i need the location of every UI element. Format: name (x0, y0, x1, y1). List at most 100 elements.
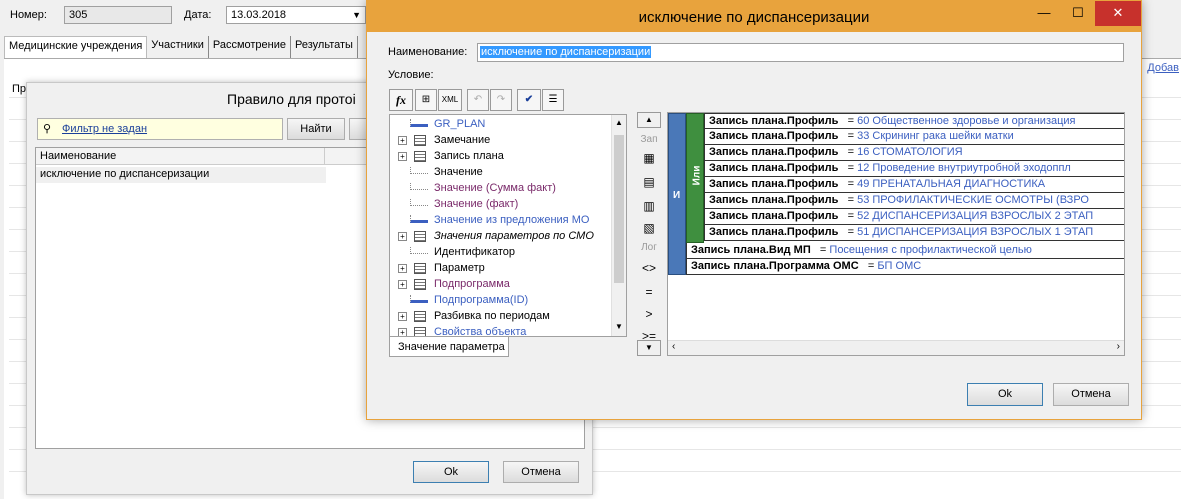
tree-item-label: Замечание (434, 134, 491, 146)
tree-item-label: Параметр (434, 262, 485, 274)
date-value: 13.03.2018 (231, 9, 287, 21)
redo-icon[interactable]: ↷ (490, 89, 512, 111)
tree-item-label: GR_PLAN (434, 118, 486, 130)
condition-value: 33 Скрининг рака шейки матки (857, 130, 1014, 142)
minimize-icon[interactable]: — (1027, 1, 1061, 26)
name-input[interactable]: исключение по диспансеризации (477, 43, 1124, 62)
condition-field: Запись плана.Программа ОМС (691, 260, 859, 272)
expand-icon[interactable]: + (398, 152, 407, 161)
table-icon (414, 279, 426, 290)
condition-row[interactable]: Запись плана.Профиль = 53 ПРОФИЛАКТИЧЕСК… (704, 193, 1124, 209)
tree-item-label: Значение (факт) (434, 198, 519, 210)
condition-row[interactable]: Запись плана.Профиль = 49 ПРЕНАТАЛЬНАЯ Д… (704, 177, 1124, 193)
scroll-down-icon[interactable]: ▼ (637, 340, 661, 356)
tab-results[interactable]: Результаты (291, 36, 358, 58)
condition-field: Запись плана.Профиль (709, 178, 839, 190)
fx-button[interactable]: fx (389, 89, 413, 111)
condition-op: = (847, 194, 855, 206)
check-icon[interactable]: ✔ (517, 89, 541, 111)
add-link[interactable]: Добав (1147, 62, 1179, 74)
search-table-icon[interactable]: ▤ (637, 172, 661, 192)
table-insert-icon[interactable]: ▦ (637, 148, 661, 168)
ok-button[interactable]: Ok (413, 461, 489, 483)
expand-icon[interactable]: + (398, 280, 407, 289)
field-icon (410, 215, 428, 223)
cancel-button[interactable]: Отмена (503, 461, 579, 483)
condition-row[interactable]: Запись плана.Профиль = 60 Общественное з… (704, 113, 1124, 129)
close-icon[interactable]: ✕ (1095, 1, 1141, 26)
condition-editor[interactable]: И Или Запись плана.Профиль = 60 Обществе… (667, 112, 1125, 356)
maximize-icon[interactable]: ☐ (1061, 1, 1095, 26)
condition-value: 16 СТОМАТОЛОГИЯ (857, 146, 963, 158)
filter-link[interactable]: Фильтр не задан (62, 123, 147, 135)
expand-icon[interactable]: + (398, 264, 407, 273)
table-link-icon[interactable]: ▧ (637, 218, 661, 238)
expand-icon[interactable]: + (398, 136, 407, 145)
condition-row[interactable]: Запись плана.Профиль = 33 Скрининг рака … (704, 129, 1124, 145)
date-field[interactable]: 13.03.2018 ▼ (226, 6, 366, 24)
op-equal[interactable]: = (637, 282, 661, 302)
or-block[interactable]: Или (686, 113, 704, 243)
tree-tab-label: Значение параметра (398, 341, 505, 353)
condition-value: 12 Проведение внутриутробной эходоппл (857, 162, 1071, 174)
and-block[interactable]: И (668, 113, 686, 275)
condition-hscrollbar[interactable]: ‹ › (668, 340, 1124, 355)
condition-row[interactable]: Запись плана.Программа ОМС = БП ОМС (686, 259, 1124, 275)
tree-scrollbar[interactable]: ▲ ▼ (611, 115, 626, 336)
tab-review[interactable]: Рассмотрение (209, 36, 291, 58)
rule-dialog-title: Правило для протоі (227, 91, 356, 107)
and-label: И (673, 190, 681, 201)
expand-icon[interactable]: + (398, 312, 407, 321)
scroll-up-icon[interactable]: ▲ (637, 112, 661, 128)
tree-item-label: Подпрограмма(ID) (434, 294, 529, 306)
number-label: Номер: (10, 9, 47, 21)
date-label: Дата: (184, 9, 212, 21)
condition-row[interactable]: Запись плана.Профиль = 12 Проведение вну… (704, 161, 1124, 177)
expand-icon[interactable]: + (398, 232, 407, 241)
tree-insert-icon[interactable]: ⊞ (415, 89, 437, 111)
tab-participants[interactable]: Участники (147, 36, 209, 58)
dialog-titlebar: исключение по диспансеризации — ☐ ✕ (367, 1, 1141, 32)
condition-value: 51 ДИСПАНСЕРИЗАЦИЯ ВЗРОСЛЫХ 1 ЭТАП (857, 226, 1094, 238)
op-greater[interactable]: > (637, 304, 661, 324)
list-item[interactable]: исключение по диспансеризации (36, 167, 326, 183)
tree-item-label: Значение из предложения МО (434, 214, 590, 226)
chevron-down-icon[interactable]: ▼ (352, 10, 361, 20)
condition-field: Запись плана.Профиль (709, 130, 839, 142)
tab-med-institutions[interactable]: Медицинские учреждения (4, 36, 148, 58)
condition-row[interactable]: Запись плана.Профиль = 51 ДИСПАНСЕРИЗАЦИ… (704, 225, 1124, 241)
condition-op: = (847, 210, 855, 222)
tree-item-label: Разбивка по периодам (434, 310, 550, 322)
number-field[interactable]: 305 (64, 6, 172, 24)
tree-tab[interactable]: Значение параметра (389, 337, 509, 357)
dialog-cancel-button[interactable]: Отмена (1053, 383, 1129, 406)
expand-icon[interactable]: + (398, 328, 407, 336)
dialog-ok-button[interactable]: Ok (967, 383, 1043, 406)
condition-value: 53 ПРОФИЛАКТИЧЕСКИЕ ОСМОТРЫ (ВЗРО (857, 194, 1089, 206)
name-label: Наименование: (388, 46, 468, 58)
xml-icon[interactable]: XML (438, 89, 462, 111)
tree-item-label: Подпрограмма (434, 278, 510, 290)
condition-row[interactable]: Запись плана.Вид МП = Посещения с профил… (686, 243, 1124, 259)
condition-op: = (847, 146, 855, 158)
condition-field: Запись плана.Профиль (709, 162, 839, 174)
filter-box[interactable]: ⚲ Фильтр не задан (37, 118, 283, 140)
tree-item-label: Свойства объекта (434, 326, 527, 337)
condition-value: 60 Общественное здоровье и организация (857, 115, 1076, 127)
condition-row[interactable]: Запись плана.Профиль = 16 СТОМАТОЛОГИЯ (704, 145, 1124, 161)
undo-icon[interactable]: ↶ (467, 89, 489, 111)
table-edit-icon[interactable]: ▥ (637, 196, 661, 216)
condition-op: = (847, 162, 855, 174)
op-not-equal[interactable]: <> (637, 258, 661, 278)
condition-op: = (867, 260, 875, 272)
find-button[interactable]: Найти (287, 118, 345, 140)
field-icon (410, 119, 428, 127)
condition-row[interactable]: Запись плана.Профиль = 52 ДИСПАНСЕРИЗАЦИ… (704, 209, 1124, 225)
list-icon[interactable]: ☰ (542, 89, 564, 111)
binoculars-icon: ⚲ (43, 123, 52, 135)
field-tree[interactable]: ▲ ▼ GR_PLAN + Замечание + Запись плана Значен… (389, 114, 627, 337)
name-input-value: исключение по диспансеризации (480, 46, 652, 58)
rule-row-name: исключение по диспансеризации (40, 168, 210, 180)
dialog-title: исключение по диспансеризации (638, 9, 870, 26)
tree-item-label: Значение (434, 166, 483, 178)
